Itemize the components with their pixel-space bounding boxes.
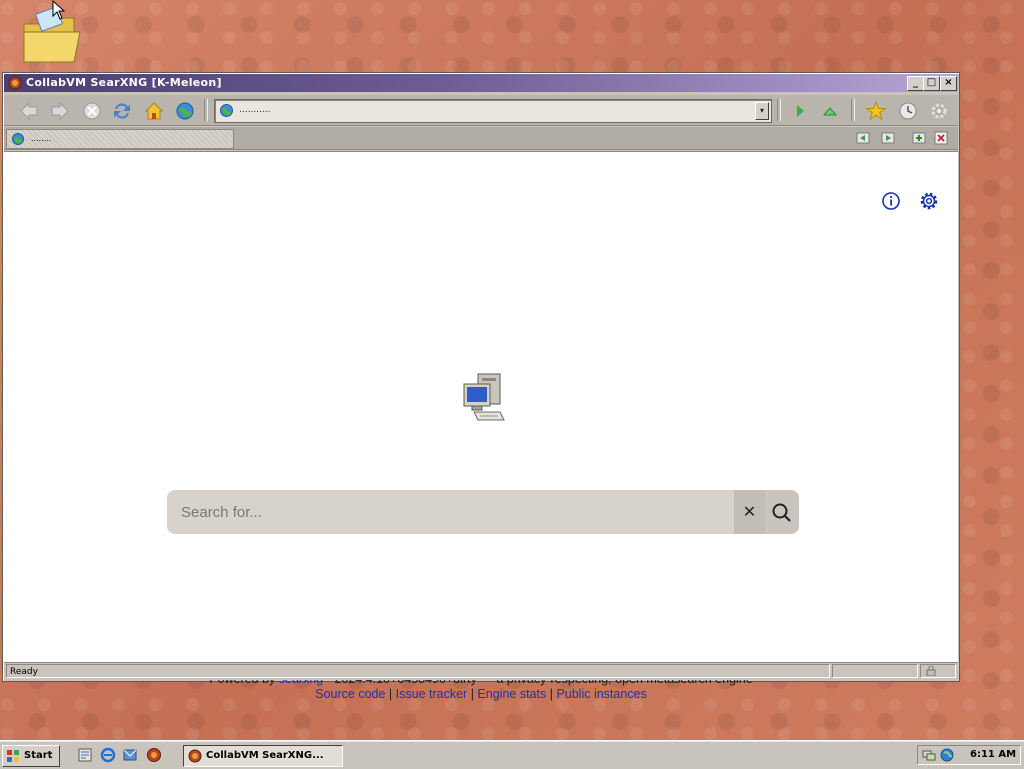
tab-active[interactable]: ........ xyxy=(6,129,234,149)
tab-back-icon[interactable] xyxy=(856,131,870,145)
lock-icon xyxy=(926,666,936,676)
page-globe-icon xyxy=(220,104,233,117)
search-button[interactable] xyxy=(765,490,799,534)
footer-separator: | xyxy=(388,687,393,701)
preferences-gear-icon[interactable] xyxy=(918,190,940,212)
info-icon[interactable] xyxy=(880,190,902,212)
status-progress-cell xyxy=(832,664,918,678)
search-icon xyxy=(772,503,791,522)
search-input[interactable] xyxy=(167,490,733,534)
show-desktop-icon[interactable] xyxy=(77,747,93,763)
tab-forward-icon[interactable] xyxy=(881,131,895,145)
tab-globe-icon xyxy=(12,133,24,145)
status-text: Ready xyxy=(6,664,830,678)
footer-separator: | xyxy=(549,687,553,701)
security-lock-cell xyxy=(920,664,956,678)
browser-window: CollabVM SearXNG [K-Meleon] _ □ × ......… xyxy=(2,72,960,701)
window-title: CollabVM SearXNG [K-Meleon] xyxy=(26,76,222,89)
url-bar[interactable]: ........... ▾ xyxy=(214,99,772,123)
start-logo-icon xyxy=(7,750,19,762)
close-tab-icon[interactable] xyxy=(934,131,948,145)
clear-search-button[interactable]: ✕ xyxy=(734,490,765,534)
tab-bar: ........ xyxy=(4,127,958,150)
navigation-toolbar: ........... ▾ xyxy=(4,95,958,126)
stop-icon[interactable] xyxy=(81,100,103,122)
window-titlebar[interactable]: CollabVM SearXNG [K-Meleon] _ □ × xyxy=(4,74,958,92)
mouse-cursor-icon xyxy=(52,0,66,20)
taskbar: Start CollabVM SearXNG... 6:11 AM xyxy=(0,740,1024,769)
maximize-button[interactable]: □ xyxy=(923,76,940,91)
system-tray: 6:11 AM xyxy=(917,745,1021,765)
outlook-mail-icon[interactable] xyxy=(122,747,138,763)
kmeleon-task-icon xyxy=(188,749,202,763)
footer-separator: | xyxy=(470,687,474,701)
kmeleon-app-icon xyxy=(8,76,22,90)
start-button[interactable]: Start xyxy=(2,745,60,767)
globe-icon[interactable] xyxy=(174,100,196,122)
network-tray-icon[interactable] xyxy=(922,748,936,762)
history-clock-icon[interactable] xyxy=(897,100,919,122)
volume-tray-icon[interactable] xyxy=(940,748,954,762)
url-text: ........... xyxy=(239,105,271,115)
go-arrow-icon[interactable] xyxy=(789,100,811,122)
engine-stats-link[interactable]: Engine stats xyxy=(477,687,546,701)
kmeleon-quicklaunch-icon[interactable] xyxy=(146,747,162,763)
home-icon[interactable] xyxy=(143,100,165,122)
source-code-link[interactable]: Source code xyxy=(315,687,385,701)
reload-icon[interactable] xyxy=(111,100,133,122)
start-label: Start xyxy=(24,750,53,761)
computer-logo-icon xyxy=(463,373,505,421)
bookmarks-star-icon[interactable] xyxy=(865,100,887,122)
back-arrow-icon[interactable] xyxy=(18,100,40,122)
forward-arrow-icon[interactable] xyxy=(49,100,71,122)
page-content: ✕ Powered by searxng - 2024.4.10+6458490… xyxy=(4,151,958,701)
tab-label: ........ xyxy=(31,134,52,143)
minimize-button[interactable]: _ xyxy=(907,76,924,91)
settings-gear-icon[interactable] xyxy=(928,100,950,122)
issue-tracker-link[interactable]: Issue tracker xyxy=(396,687,468,701)
taskbar-window-label: CollabVM SearXNG... xyxy=(206,750,324,761)
public-instances-link[interactable]: Public instances xyxy=(556,687,646,701)
url-dropdown-button[interactable]: ▾ xyxy=(755,102,769,120)
up-arrow-icon[interactable] xyxy=(819,100,841,122)
status-bar: Ready xyxy=(4,662,958,680)
search-box: ✕ xyxy=(167,490,799,534)
footer-links: Source code | Issue tracker | Engine sta… xyxy=(4,687,958,702)
taskbar-clock: 6:11 AM xyxy=(970,749,1017,760)
close-button[interactable]: × xyxy=(940,76,957,91)
new-tab-icon[interactable] xyxy=(912,131,926,145)
taskbar-window-button[interactable]: CollabVM SearXNG... xyxy=(183,745,343,767)
ie-browser-icon[interactable] xyxy=(100,747,116,763)
